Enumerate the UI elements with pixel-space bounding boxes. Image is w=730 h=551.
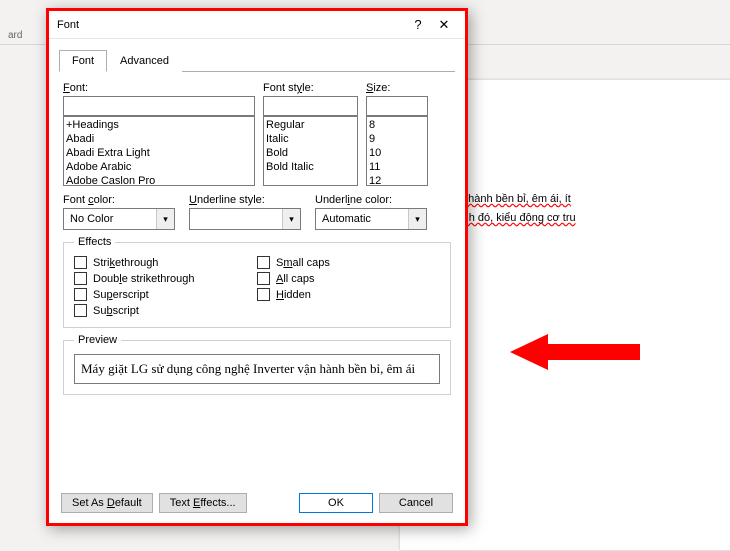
font-listbox[interactable]: +Headings Abadi Abadi Extra Light Adobe … [63,116,255,186]
effects-group: Effects Strikethrough Double strikethrou… [63,236,451,328]
font-color-select[interactable]: No Color▾ [63,208,175,230]
label-font-style: Font style: [263,82,358,94]
dialog-tabs: Font Advanced [49,39,465,72]
checkbox-strikethrough[interactable]: Strikethrough [74,256,257,269]
size-listbox[interactable]: 8 9 10 11 12 [366,116,428,186]
chevron-down-icon: ▾ [408,209,426,229]
dialog-title: Font [57,19,405,31]
label-underline-style: Underline style: [189,194,301,206]
dialog-buttonbar: Set As Default Text Effects... OK Cancel [61,493,453,513]
checkbox-small-caps[interactable]: Small caps [257,256,440,269]
checkbox-all-caps[interactable]: All caps [257,272,440,285]
ribbon-group-label: ard [8,30,22,41]
preview-group: Preview Máy giặt LG sử dụng công nghệ In… [63,334,451,395]
preview-text: Máy giặt LG sử dụng công nghệ Inverter v… [74,354,440,384]
close-button[interactable]: ✕ [431,17,457,33]
font-style-listbox[interactable]: Regular Italic Bold Bold Italic [263,116,358,186]
label-underline-color: Underline color: [315,194,427,206]
checkbox-superscript[interactable]: Superscript [74,288,257,301]
font-input[interactable] [63,96,255,116]
underline-color-select[interactable]: Automatic▾ [315,208,427,230]
checkbox-hidden[interactable]: Hidden [257,288,440,301]
label-size: Size: [366,82,428,94]
underline-style-select[interactable]: ▾ [189,208,301,230]
chevron-down-icon: ▾ [156,209,174,229]
tab-advanced[interactable]: Advanced [107,50,182,72]
help-button[interactable]: ? [405,17,431,32]
ok-button[interactable]: OK [299,493,373,513]
cancel-button[interactable]: Cancel [379,493,453,513]
effects-legend: Effects [74,236,115,248]
tab-font[interactable]: Font [59,50,107,72]
preview-legend: Preview [74,334,121,346]
label-font-color: Font color: [63,194,175,206]
checkbox-subscript[interactable]: Subscript [74,304,257,317]
size-input[interactable] [366,96,428,116]
font-dialog: Font ? ✕ Font Advanced FFont:ont: +Headi… [46,8,468,526]
dialog-body: FFont:ont: +Headings Abadi Abadi Extra L… [49,72,465,395]
text-effects-button[interactable]: Text Effects... [159,493,247,513]
checkbox-double-strikethrough[interactable]: Double strikethrough [74,272,257,285]
set-as-default-button[interactable]: Set As Default [61,493,153,513]
dialog-titlebar: Font ? ✕ [49,11,465,39]
chevron-down-icon: ▾ [282,209,300,229]
label-font: FFont:ont: [63,82,255,94]
font-style-input[interactable] [263,96,358,116]
